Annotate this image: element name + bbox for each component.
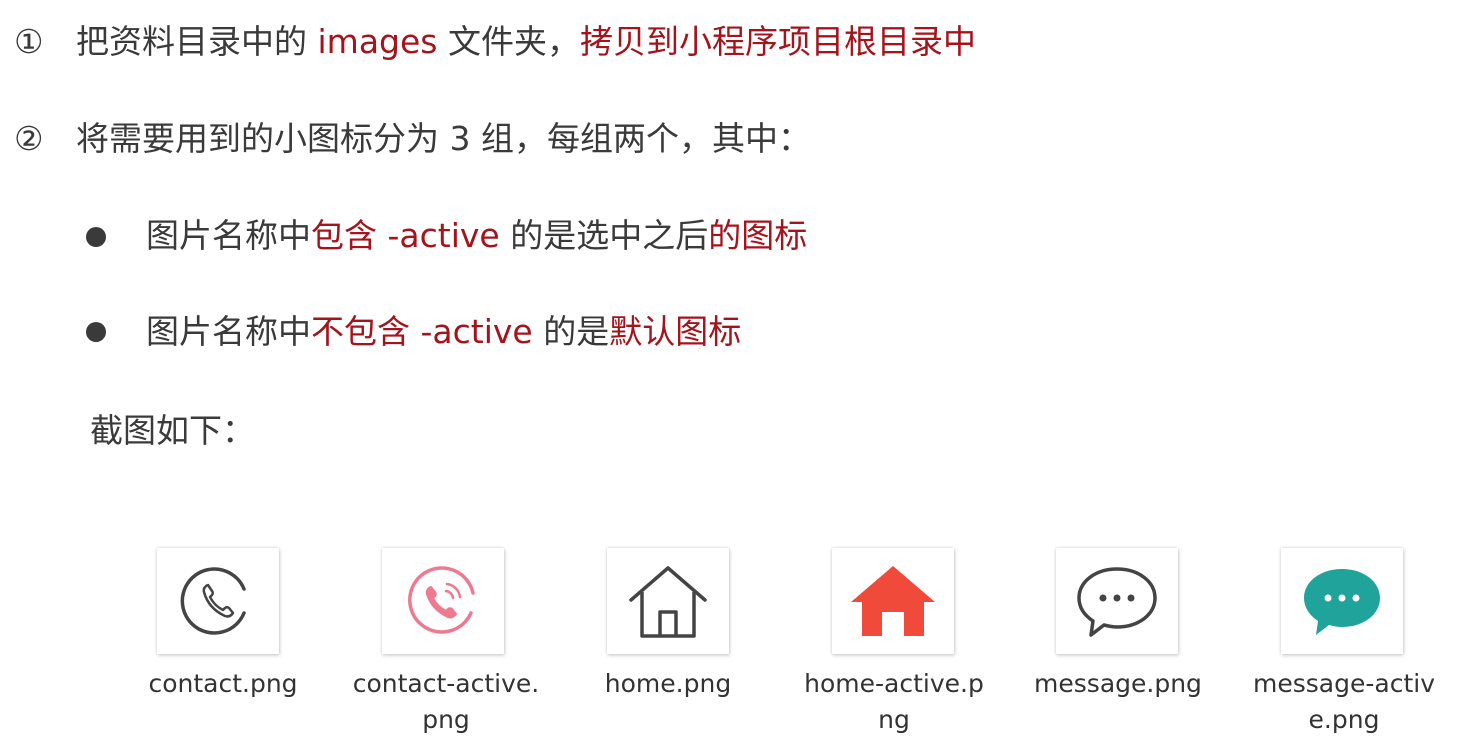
step-1-marker: ①: [14, 22, 44, 61]
message-filled-icon: [1304, 569, 1380, 635]
bullet-1-highlight-active: 包含 -active: [311, 216, 500, 255]
bullet-2-text-is: 的是: [532, 312, 610, 351]
step-2-marker: ②: [14, 119, 44, 158]
thumb-message-active: [1281, 548, 1403, 654]
bullet-1-text: 图片名称中: [146, 216, 311, 255]
step-1-text: 把资料目录中的: [76, 22, 318, 61]
caption-message-active: message-active.png: [1253, 669, 1435, 734]
step-1-text-folder: 文件夹，: [437, 22, 580, 61]
caption-home-active: home-active.png: [804, 669, 984, 734]
caption-home: home.png: [604, 669, 732, 698]
caption-message: message.png: [1034, 669, 1202, 698]
home-filled-icon: [851, 566, 935, 636]
thumb-home-active: [832, 548, 954, 654]
thumb-contact-active: [382, 548, 504, 654]
bullet-2-text: 图片名称中: [146, 312, 311, 351]
bullet-dot-2: [86, 322, 106, 342]
step-1-highlight-copy: 拷贝到小程序项目根目录中: [579, 22, 976, 61]
bullet-1-text-selected: 的是选中之后: [499, 216, 709, 255]
step-2: ② 将需要用到的小图标分为 3 组，每组两个，其中：: [14, 119, 811, 159]
thumb-message: [1056, 548, 1178, 654]
thumb-contact: [157, 548, 279, 654]
message-outline-icon: [1077, 567, 1157, 637]
step-2-text: 将需要用到的小图标分为 3 组，每组两个，其中：: [76, 119, 811, 158]
bullet-2-highlight-no-active: 不包含 -active: [311, 312, 533, 351]
phone-active-icon: [408, 566, 475, 634]
step-1-highlight-images: images: [317, 22, 438, 61]
bullet-1: 图片名称中包含 -active 的是选中之后的图标: [146, 216, 807, 256]
bullet-1-highlight-icon: 的图标: [708, 216, 808, 255]
bullet-dot-1: [86, 227, 106, 247]
step-1: ① 把资料目录中的 images 文件夹，拷贝到小程序项目根目录中: [14, 22, 976, 62]
screenshot-label: 截图如下：: [90, 411, 255, 450]
home-outline-icon: [629, 566, 707, 638]
caption-contact-active: contact-active.png: [352, 669, 540, 734]
caption-contact: contact.png: [148, 669, 298, 698]
thumb-home: [607, 548, 729, 654]
bullet-2: 图片名称中不包含 -active 的是默认图标: [146, 312, 741, 352]
bullet-2-highlight-default: 默认图标: [609, 312, 742, 351]
phone-outline-icon: [180, 567, 246, 635]
